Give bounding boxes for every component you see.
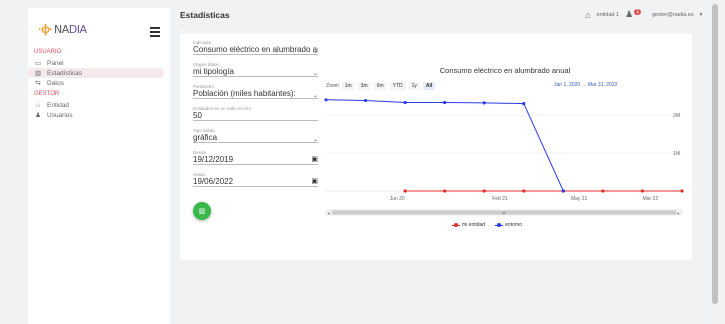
page-scrollbar[interactable]	[711, 0, 719, 324]
x-tick-label: Mar 22	[643, 196, 659, 202]
logo-mark: ·ɸ·	[38, 22, 53, 36]
sidebar: ·ɸ· NADIA USUARIO ▭ Panel ▥ Estadísticas…	[28, 8, 170, 324]
data-point-entorno	[522, 102, 526, 106]
x-tick-label: Feb 21	[492, 196, 508, 202]
section-label: USUARIO	[34, 49, 62, 55]
chart-legend: mi entidad entorno	[452, 222, 522, 228]
sidebar-item-estadisticas[interactable]: ▥ Estadísticas	[28, 68, 164, 78]
field-value[interactable]: 50	[193, 111, 318, 121]
data-point-mi-entidad	[403, 189, 407, 193]
generate-chart-button[interactable]: ▥	[193, 202, 211, 220]
data-point-mi-entidad	[601, 189, 605, 193]
data-point-mi-entidad	[640, 189, 645, 193]
navigator-grip: III	[503, 211, 506, 215]
signpost-icon: ⇆	[35, 80, 41, 87]
sidebar-item-usuarios[interactable]: ♟ Usuarios	[28, 110, 170, 120]
home-icon[interactable]: ⌂	[585, 10, 590, 20]
chevron-down-icon: ⌄	[312, 49, 318, 55]
field-value[interactable]: 19/06/2022 ▣	[193, 177, 318, 187]
hasta-date-input[interactable]: Hasta 19/06/2022 ▣	[193, 172, 318, 187]
series-line-entorno	[325, 99, 564, 192]
bar-chart-icon: ▥	[34, 70, 42, 77]
desde-date-input[interactable]: Desde 19/12/2019 ▣	[193, 150, 318, 165]
field-value[interactable]: Población (miles habitantes): ⌄	[193, 89, 318, 99]
users-icon[interactable]: ♟	[625, 9, 633, 20]
user-bar: ⌂ entidad 1 ♟ 1 gestor@nadia.es ▾	[585, 8, 703, 20]
x-tick-label: Jun 20	[390, 196, 405, 202]
parametro-select[interactable]: Parámetro Población (miles habitantes): ⌄	[193, 84, 318, 99]
sidebar-item-label: Panel	[47, 59, 64, 67]
calendar-icon[interactable]: ▣	[311, 155, 318, 164]
chevron-down-icon: ⌄	[312, 137, 318, 143]
section-label: GESTOR	[34, 91, 60, 97]
data-point-mi-entidad	[680, 189, 684, 193]
tipo-salida-select[interactable]: Tipo salida gráfica ⌄	[193, 128, 318, 143]
indicador-select[interactable]: Indicador Consumo eléctrico en alumbrado…	[193, 40, 318, 55]
breadcrumb: -	[180, 23, 182, 29]
chevron-down-icon: ⌄	[312, 93, 318, 99]
sidebar-item-entidad[interactable]: ⌂ Entidad	[28, 100, 170, 110]
data-point-entorno	[443, 100, 447, 105]
field-value[interactable]: gráfica ⌄	[193, 133, 318, 143]
y-tick-label: 1M	[673, 151, 680, 157]
legend-item-entorno[interactable]: entorno	[495, 222, 522, 228]
user-email[interactable]: gestor@nadia.es	[652, 12, 694, 18]
chevron-down-icon[interactable]: ▾	[700, 12, 703, 18]
page-title: Estadísticas	[180, 10, 230, 20]
logo[interactable]: ·ɸ· NADIA	[38, 22, 87, 36]
legend-item-mi-entidad[interactable]: mi entidad	[452, 222, 485, 228]
x-tick-label: May 21	[571, 196, 588, 202]
calendar-icon[interactable]: ▣	[311, 177, 318, 186]
data-point-entorno	[403, 100, 407, 105]
bar-chart-icon: ▥	[198, 208, 206, 215]
sidebar-item-panel[interactable]: ▭ Panel	[28, 58, 170, 68]
sidebar-item-datos[interactable]: ⇆ Datos	[28, 78, 170, 88]
field-value[interactable]: mi tipología ⌄	[193, 67, 318, 77]
user-icon: ♟	[35, 112, 41, 119]
menu-toggle-icon[interactable]	[150, 27, 160, 39]
statistics-card: Indicador Consumo eléctrico en alumbrado…	[180, 34, 692, 260]
chart: Consumo eléctrico en alumbrado anual Zoo…	[324, 34, 686, 260]
navigator-left-arrow: ◂	[328, 210, 330, 215]
sidebar-item-label: Entidad	[47, 101, 70, 109]
data-point-mi-entidad	[443, 189, 447, 193]
logo-word: NADIA	[54, 22, 87, 36]
entity-name[interactable]: entidad 1	[596, 12, 619, 18]
sidebar-item-label: Usuarios	[47, 111, 73, 119]
y-tick-label: 2M	[673, 113, 680, 119]
data-point-entorno	[324, 98, 328, 102]
chevron-down-icon: ⌄	[312, 71, 318, 77]
home-icon: ⌂	[36, 101, 40, 109]
sidebar-section-usuario: USUARIO ▭ Panel ▥ Estadísticas ⇆ Datos G…	[28, 46, 170, 120]
navigator-right-arrow: ▸	[678, 210, 680, 215]
monitor-icon: ▭	[34, 60, 42, 67]
radio-km-input[interactable]: Entidades en un radio en Km 50	[193, 106, 318, 121]
origen-select[interactable]: Origen datos mi tipología ⌄	[193, 62, 318, 77]
data-point-mi-entidad	[482, 189, 486, 193]
data-point-entorno	[561, 189, 565, 193]
sidebar-item-label: Datos	[47, 79, 64, 87]
field-value[interactable]: Consumo eléctrico en alumbrado anual⌄	[193, 45, 318, 55]
data-point-entorno	[482, 101, 486, 105]
data-point-entorno	[363, 98, 368, 103]
scrollbar-thumb[interactable]	[712, 4, 718, 304]
field-value[interactable]: 19/12/2019 ▣	[193, 155, 318, 165]
notification-badge: 1	[634, 8, 641, 15]
sidebar-item-label: Estadísticas	[47, 69, 83, 77]
data-point-mi-entidad	[522, 189, 526, 193]
